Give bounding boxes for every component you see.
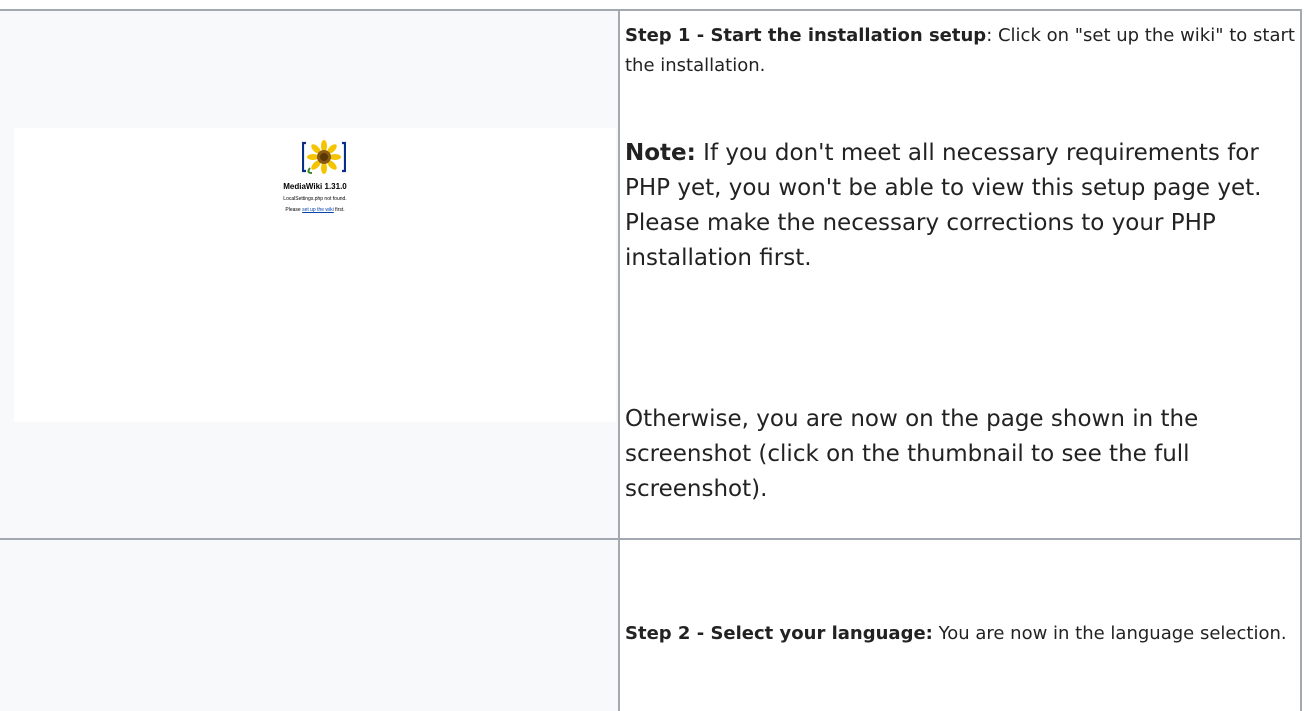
- column-divider: [618, 9, 620, 711]
- thumbnail-instruction-prefix: Please: [285, 207, 303, 213]
- thumbnail-instruction-suffix: first.: [333, 207, 345, 213]
- table-right-border: [1300, 9, 1302, 711]
- mediawiki-setup-thumbnail[interactable]: MediaWiki 1.31.0 LocalSettings.php not f…: [14, 128, 616, 422]
- thumbnail-title: MediaWiki 1.31.0: [283, 182, 347, 191]
- step1-heading: Step 1 - Start the installation setup: [625, 25, 987, 46]
- note-label: Note:: [625, 140, 696, 166]
- mediawiki-sunflower-logo-icon: [302, 140, 346, 174]
- step2-heading: Step 2 - Select your language:: [625, 623, 933, 644]
- step2-description: Step 2 - Select your language: You are n…: [625, 619, 1295, 649]
- table-top-border: [0, 9, 1302, 11]
- row-divider: [0, 538, 1302, 540]
- otherwise-paragraph: Otherwise, you are now on the page shown…: [625, 402, 1295, 507]
- note-paragraph: Note: If you don't meet all necessary re…: [625, 136, 1295, 276]
- step1-description: Step 1 - Start the installation setup: C…: [625, 21, 1295, 81]
- otherwise-text: Otherwise, you are now on the page shown…: [625, 406, 1199, 502]
- step2-text: You are now in the language selection.: [932, 623, 1287, 644]
- thumbnail-message: LocalSettings.php not found.: [283, 196, 347, 202]
- row2-image-cell: [0, 540, 618, 711]
- thumbnail-instruction: Please set up the wiki first.: [14, 207, 616, 213]
- note-text: If you don't meet all necessary requirem…: [625, 140, 1262, 271]
- set-up-the-wiki-link[interactable]: set up the wiki: [302, 207, 334, 213]
